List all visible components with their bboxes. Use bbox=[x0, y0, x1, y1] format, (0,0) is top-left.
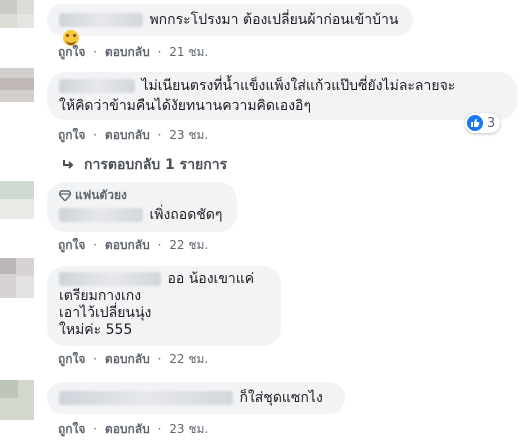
comment-text-line: เอาไว้เปลี่ยนนุ่ง bbox=[59, 305, 152, 321]
reaction-summary[interactable]: 3 bbox=[465, 113, 501, 133]
separator: · bbox=[93, 45, 98, 59]
comment-text: เพิ่งถอดชัดๆ bbox=[149, 207, 223, 223]
commenter-name[interactable] bbox=[59, 79, 135, 93]
like-reaction-icon bbox=[467, 115, 483, 131]
reply-arrow-icon bbox=[63, 160, 74, 169]
comment-text-line: ไม่เนียนตรงที่น้ำแข็งแพ็งใส่แก้วแป๊บซี่ย… bbox=[141, 78, 456, 94]
separator: · bbox=[93, 128, 98, 142]
comment-actions: ถูกใจ · ตอบกลับ · 23 ชม. bbox=[58, 420, 208, 439]
separator: · bbox=[157, 352, 162, 366]
separator: · bbox=[93, 352, 98, 366]
avatar[interactable] bbox=[0, 258, 34, 298]
separator: · bbox=[93, 422, 98, 436]
diamond-icon bbox=[59, 189, 71, 201]
separator: · bbox=[157, 238, 162, 252]
comment-bubble: ก็ใส่ชุดแซกไง bbox=[47, 382, 345, 414]
replies-count-label: การตอบกลับ 1 รายการ bbox=[84, 157, 228, 173]
reaction-count: 3 bbox=[487, 115, 496, 131]
like-button[interactable]: ถูกใจ bbox=[58, 352, 85, 366]
comment-text: พกกระโปรงมา ต้องเปลี่ยนผ้าก่อนเข้าบ้าน bbox=[149, 12, 399, 28]
commenter-name[interactable] bbox=[59, 208, 143, 222]
commenter-name[interactable] bbox=[59, 272, 161, 286]
comment-actions: ถูกใจ · ตอบกลับ · 22 ชม. bbox=[58, 236, 208, 255]
like-button[interactable]: ถูกใจ bbox=[58, 128, 85, 142]
separator: · bbox=[157, 422, 162, 436]
avatar[interactable] bbox=[0, 380, 34, 420]
timestamp[interactable]: 23 ชม. bbox=[169, 422, 208, 436]
comment-text-line: ให้คิดว่าข้ามคืนได้งัยทนานความคิดเองอิๆ bbox=[59, 98, 311, 114]
reply-button[interactable]: ตอบกลับ bbox=[105, 128, 150, 142]
comment-bubble: ออ น้องเขาแค่ เตรียมกางเกง เอาไว้เปลี่ยน… bbox=[47, 266, 281, 346]
reply-button[interactable]: ตอบกลับ bbox=[105, 352, 150, 366]
separator: · bbox=[93, 238, 98, 252]
comment-text-line: ใหม่ค่ะ 555 bbox=[59, 322, 133, 338]
badge-label: แฟนตัวยง bbox=[75, 188, 127, 202]
reply-button[interactable]: ตอบกลับ bbox=[105, 45, 150, 59]
comment-bubble: ไม่เนียนตรงที่น้ำแข็งแพ็งใส่แก้วแป๊บซี่ย… bbox=[47, 72, 517, 120]
comment-actions: ถูกใจ · ตอบกลับ · 23 ชม. bbox=[58, 126, 208, 145]
timestamp[interactable]: 22 ชม. bbox=[169, 352, 208, 366]
separator: · bbox=[157, 128, 162, 142]
reply-button[interactable]: ตอบกลับ bbox=[105, 422, 150, 436]
like-button[interactable]: ถูกใจ bbox=[58, 238, 85, 252]
commenter-name[interactable] bbox=[59, 391, 233, 405]
separator: · bbox=[157, 45, 162, 59]
avatar[interactable] bbox=[0, 181, 34, 219]
reply-button[interactable]: ตอบกลับ bbox=[105, 238, 150, 252]
comment-text-line: เตรียมกางเกง bbox=[59, 288, 142, 304]
comment-actions: ถูกใจ · ตอบกลับ · 22 ชม. bbox=[58, 350, 208, 369]
timestamp[interactable]: 21 ชม. bbox=[169, 45, 208, 59]
comment-actions: ถูกใจ · ตอบกลับ · 21 ชม. bbox=[58, 43, 208, 62]
comment-text-line: ออ น้องเขาแค่ bbox=[167, 271, 255, 287]
comment-bubble: พกกระโปรงมา ต้องเปลี่ยนผ้าก่อนเข้าบ้าน bbox=[47, 4, 413, 46]
avatar[interactable] bbox=[0, 0, 34, 28]
like-button[interactable]: ถูกใจ bbox=[58, 45, 85, 59]
like-button[interactable]: ถูกใจ bbox=[58, 422, 85, 436]
avatar[interactable] bbox=[0, 68, 34, 102]
comment-text: ก็ใส่ชุดแซกไง bbox=[239, 390, 323, 406]
comment-bubble: แฟนตัวยง เพิ่งถอดชัดๆ bbox=[47, 182, 237, 232]
timestamp[interactable]: 23 ชม. bbox=[169, 128, 208, 142]
commenter-name[interactable] bbox=[59, 13, 143, 27]
timestamp[interactable]: 22 ชม. bbox=[169, 238, 208, 252]
top-fan-badge[interactable]: แฟนตัวยง bbox=[59, 187, 225, 203]
view-replies-link[interactable]: การตอบกลับ 1 รายการ bbox=[62, 154, 227, 176]
